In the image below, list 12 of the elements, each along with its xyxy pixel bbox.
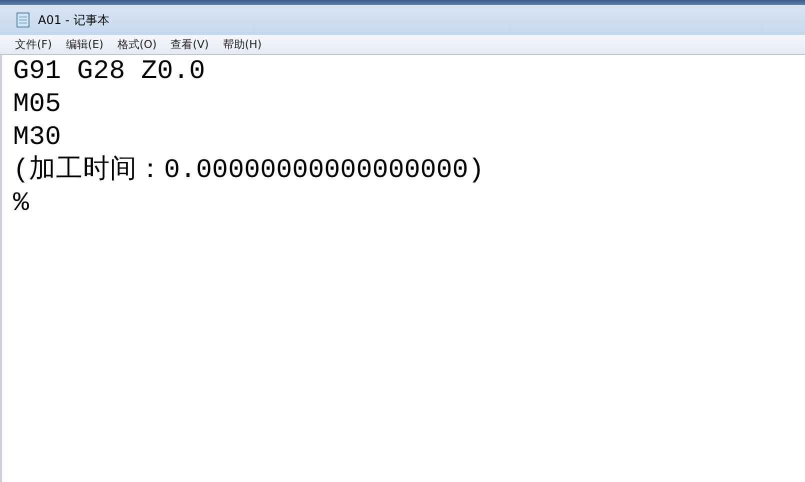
text-line: % [13, 188, 30, 221]
menu-item[interactable]: 帮助(H) [216, 35, 269, 54]
text-line: M30 [13, 122, 62, 155]
menu-item[interactable]: 格式(O) [110, 35, 164, 54]
window-title: A01 - 记事本 [38, 12, 110, 29]
notepad-icon [16, 12, 30, 28]
menu-item[interactable]: 查看(V) [164, 35, 216, 54]
text-line: M05 [13, 89, 62, 122]
menu-item[interactable]: 编辑(E) [58, 35, 110, 54]
menu-item[interactable]: 文件(F) [8, 35, 59, 54]
text-line: (加工时间：0.00000000000000000) [13, 155, 486, 188]
text-line: G91 G28 Z0.0 [13, 56, 206, 89]
